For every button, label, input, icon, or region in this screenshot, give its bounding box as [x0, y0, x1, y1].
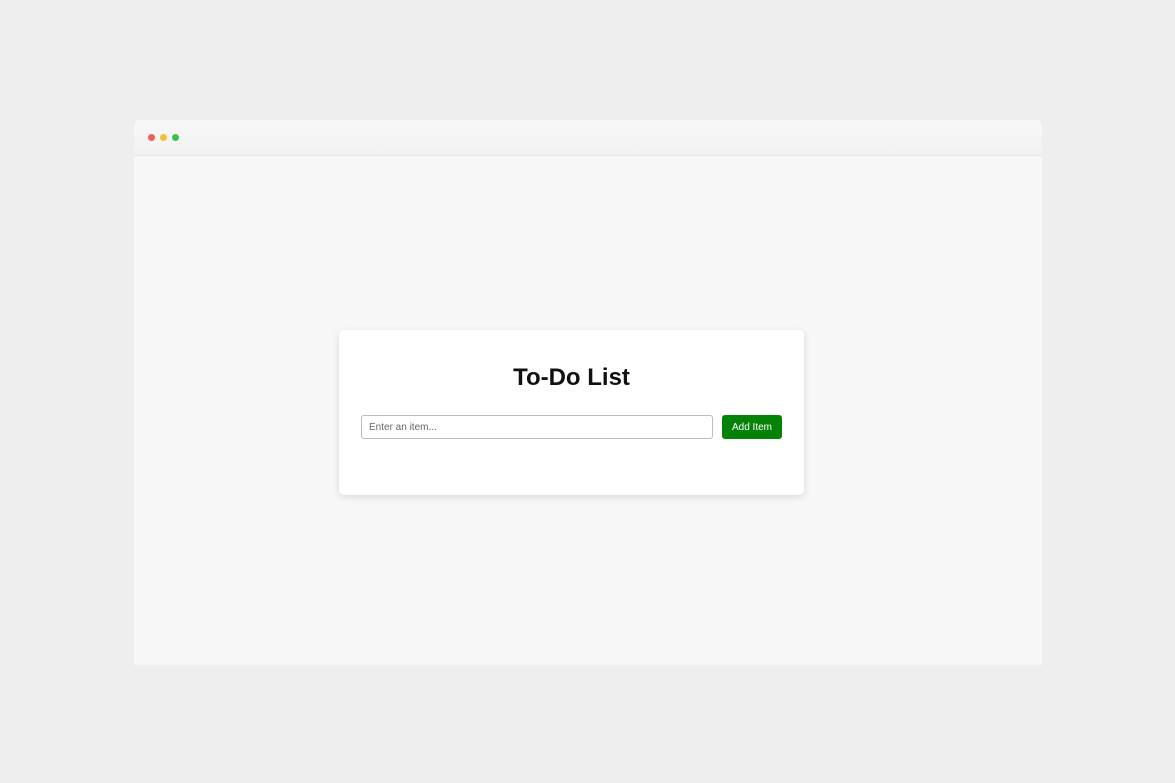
- zoom-window-button[interactable]: [172, 134, 179, 141]
- minimize-window-button[interactable]: [160, 134, 167, 141]
- page-title: To-Do List: [513, 364, 630, 391]
- window-titlebar: [134, 120, 1042, 156]
- browser-window: To-Do List Add Item: [134, 120, 1042, 665]
- todo-card: To-Do List Add Item: [339, 330, 804, 495]
- add-item-button[interactable]: Add Item: [722, 415, 782, 439]
- todo-item-input[interactable]: [361, 415, 713, 439]
- close-window-button[interactable]: [148, 134, 155, 141]
